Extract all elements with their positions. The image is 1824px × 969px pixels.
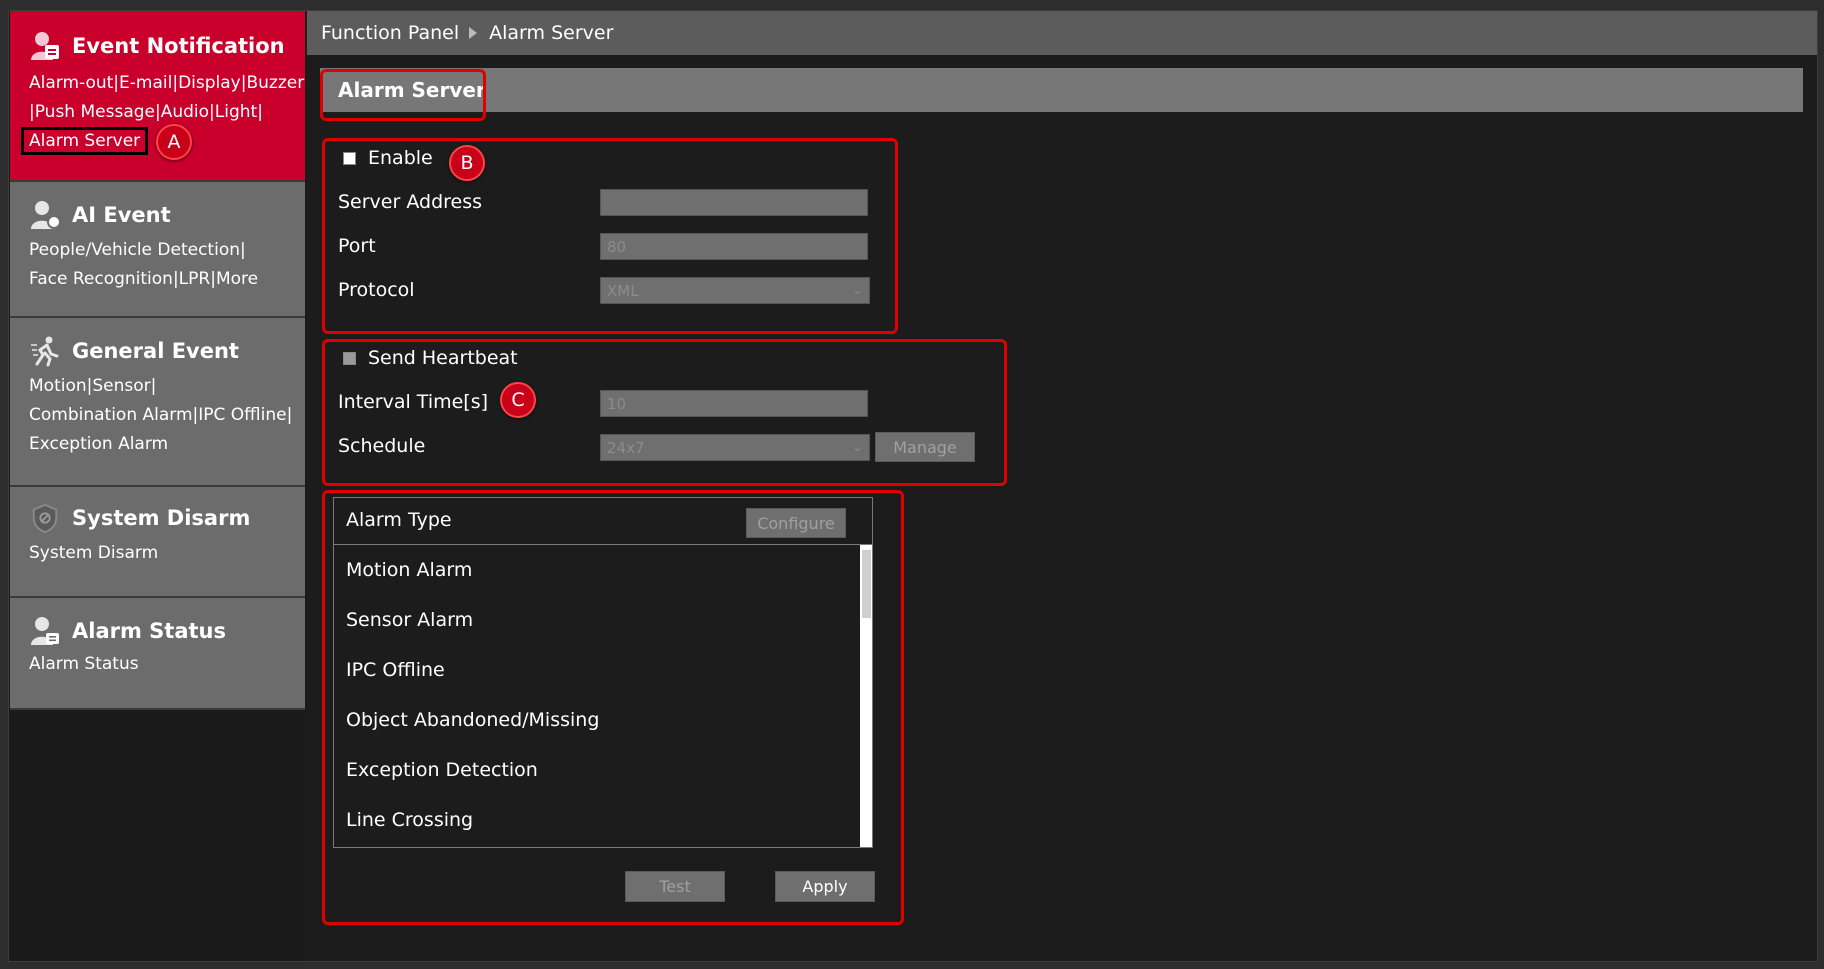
page-title: Alarm Server <box>320 68 1803 112</box>
sidebar-section-general-event[interactable]: General Event Motion|Sensor| Combination… <box>10 318 305 487</box>
alarm-type-header-label: Alarm Type <box>346 509 452 531</box>
apply-button[interactable]: Apply <box>775 871 875 902</box>
send-heartbeat-label: Send Heartbeat <box>368 347 518 369</box>
schedule-select[interactable]: 24x7 ⌄ <box>600 434 870 461</box>
shield-icon <box>28 501 62 535</box>
sidebar-title-event-notification: Event Notification <box>72 34 285 58</box>
sidebar-links-line[interactable]: Motion|Sensor| <box>29 372 292 401</box>
annotation-marker-a: A <box>156 124 192 160</box>
enable-checkbox[interactable] <box>343 151 356 165</box>
server-address-label: Server Address <box>338 191 483 213</box>
list-item[interactable]: Motion Alarm <box>334 545 859 595</box>
sidebar-title-ai-event: AI Event <box>72 203 171 227</box>
test-button[interactable]: Test <box>625 871 725 902</box>
list-item[interactable]: Line Crossing <box>334 795 859 845</box>
alarm-status-icon <box>28 614 62 648</box>
motion-running-icon <box>28 334 62 368</box>
protocol-select[interactable]: XML ⌄ <box>600 277 870 304</box>
ai-person-icon <box>28 198 62 232</box>
sidebar: Event Notification Alarm-out|E-mail|Disp… <box>10 11 305 961</box>
protocol-value: XML <box>607 281 639 300</box>
annotation-box-title <box>320 69 486 121</box>
sidebar-links-line[interactable]: People/Vehicle Detection| <box>29 236 258 265</box>
breadcrumb-root[interactable]: Function Panel <box>321 22 459 44</box>
sidebar-links-line[interactable]: Alarm-out|E-mail|Display|Buzzer <box>29 69 304 98</box>
breadcrumb-current: Alarm Server <box>489 22 614 44</box>
breadcrumb: Function Panel Alarm Server <box>307 11 1817 55</box>
enable-row: Enable <box>343 146 433 170</box>
port-field[interactable]: 80 <box>600 233 868 260</box>
list-item[interactable]: Object Abandoned/Missing <box>334 695 859 745</box>
sidebar-title-alarm-status: Alarm Status <box>72 619 226 643</box>
schedule-label: Schedule <box>338 435 426 457</box>
sidebar-links-line[interactable]: Face Recognition|LPR|More <box>29 265 258 294</box>
chevron-down-icon: ⌄ <box>852 283 863 298</box>
sidebar-section-event-notification[interactable]: Event Notification Alarm-out|E-mail|Disp… <box>10 11 305 182</box>
interval-time-label: Interval Time[s] <box>338 391 489 413</box>
sidebar-section-system-disarm[interactable]: System Disarm System Disarm <box>10 487 305 598</box>
sidebar-link-alarm-server[interactable]: Alarm Server <box>20 127 149 155</box>
sidebar-section-alarm-status[interactable]: Alarm Status Alarm Status <box>10 598 305 710</box>
configure-button[interactable]: Configure <box>746 508 846 538</box>
alarm-type-items: Motion Alarm Sensor Alarm IPC Offline Ob… <box>334 545 859 845</box>
sidebar-links-line[interactable]: Alarm Status <box>29 650 139 679</box>
port-value: 80 <box>607 237 627 256</box>
list-item[interactable]: Exception Detection <box>334 745 859 795</box>
manage-button[interactable]: Manage <box>875 432 975 462</box>
interval-time-value: 10 <box>607 394 627 413</box>
server-address-field[interactable] <box>600 189 868 216</box>
chevron-down-icon: ⌄ <box>852 440 863 455</box>
sidebar-links-line[interactable]: |Push Message|Audio|Light| <box>29 98 304 127</box>
protocol-label: Protocol <box>338 279 415 301</box>
sidebar-links-line[interactable]: System Disarm <box>29 539 158 568</box>
schedule-value: 24x7 <box>607 438 645 457</box>
list-item[interactable]: IPC Offline <box>334 645 859 695</box>
sidebar-title-general-event: General Event <box>72 339 239 363</box>
sidebar-links-line[interactable]: Exception Alarm <box>29 430 292 459</box>
scrollbar-thumb[interactable] <box>862 550 871 618</box>
sidebar-section-ai-event[interactable]: AI Event People/Vehicle Detection| Face … <box>10 182 305 318</box>
enable-label: Enable <box>368 147 433 169</box>
alarm-type-header: Alarm Type Configure <box>334 498 872 545</box>
port-label: Port <box>338 235 376 257</box>
breadcrumb-arrow-icon <box>469 27 478 39</box>
alarm-type-list: Alarm Type Configure Motion Alarm Sensor… <box>333 497 873 848</box>
send-heartbeat-checkbox[interactable] <box>343 351 356 365</box>
annotation-marker-b: B <box>449 145 485 181</box>
send-heartbeat-row: Send Heartbeat <box>343 346 518 370</box>
sidebar-links-line[interactable]: Combination Alarm|IPC Offline| <box>29 401 292 430</box>
interval-time-field[interactable]: 10 <box>600 390 868 417</box>
list-item[interactable]: Sensor Alarm <box>334 595 859 645</box>
sidebar-title-system-disarm: System Disarm <box>72 506 251 530</box>
annotation-marker-c: C <box>500 382 536 418</box>
event-notification-icon <box>28 29 62 63</box>
